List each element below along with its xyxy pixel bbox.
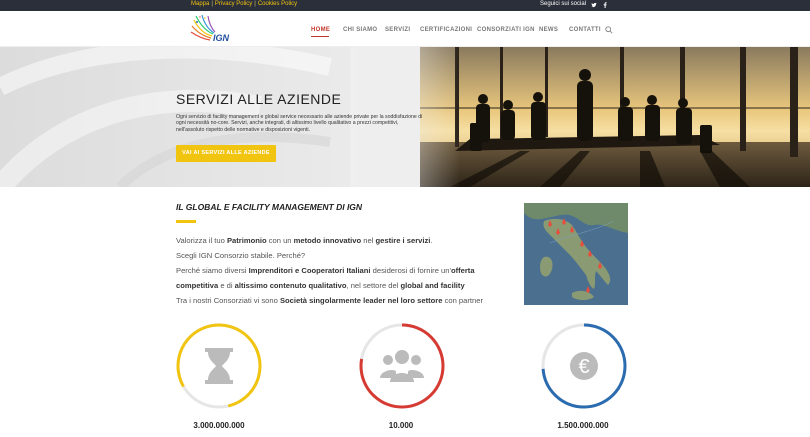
- social-label: Seguici sui social: [540, 1, 587, 7]
- svg-text:€: €: [578, 356, 589, 378]
- hero-title: SERVIZI ALLE AZIENDE: [176, 91, 342, 107]
- counter-hourglass: [176, 323, 262, 409]
- counter-euro: €: [541, 323, 627, 409]
- link-mappa[interactable]: Mappa: [191, 1, 209, 7]
- paragraph-line-1: Valorizza il tuo Patrimonio con un metod…: [176, 236, 433, 245]
- link-privacy-policy[interactable]: Privacy Policy: [215, 1, 252, 7]
- ign-logo[interactable]: IGN: [190, 14, 232, 45]
- logo-text: IGN: [213, 33, 230, 43]
- counter-users: [359, 323, 445, 409]
- paragraph-line-2: Scegli IGN Consorzio stabile. Perché?: [176, 251, 306, 260]
- paragraph-line-5: Tra i nostri Consorziati vi sono Società…: [176, 296, 483, 305]
- counter-value-3: 1.500.000.000: [557, 421, 609, 430]
- nav-active-indicator: [311, 36, 329, 37]
- facebook-icon[interactable]: [602, 2, 608, 8]
- hero-description: Ogni servizio di facility management e g…: [176, 114, 423, 133]
- counter-value-1: 3.000.000.000: [193, 421, 245, 430]
- top-links: Mappa | Privacy Policy | Cookies Policy: [191, 1, 297, 7]
- italy-map: [524, 203, 628, 305]
- nav-certificazioni[interactable]: CERTIFICAZIONI: [420, 27, 472, 33]
- search-icon[interactable]: [605, 26, 613, 34]
- section-title: IL GLOBAL E FACILITY MANAGEMENT DI IGN: [176, 202, 363, 212]
- euro-icon: €: [570, 352, 598, 380]
- nav-servizi[interactable]: SERVIZI: [385, 27, 410, 33]
- users-icon: [380, 350, 424, 382]
- section-title-underline: [176, 220, 196, 223]
- top-bar: Mappa | Privacy Policy | Cookies Policy Segu…: [0, 0, 810, 11]
- nav-consorziati-ign[interactable]: CONSORZIATI IGN: [477, 27, 535, 33]
- nav-contatti[interactable]: CONTATTI: [569, 27, 601, 33]
- hero-banner: SERVIZI ALLE AZIENDE Ogni servizio di fa…: [0, 47, 810, 187]
- header: IGN HOME CHI SIAMO SERVIZI CERTIFICAZION…: [0, 11, 810, 47]
- link-cookies-policy[interactable]: Cookies Policy: [258, 1, 297, 7]
- nav-news[interactable]: NEWS: [539, 27, 558, 33]
- nav-chi-siamo[interactable]: CHI SIAMO: [343, 27, 377, 33]
- twitter-icon[interactable]: [591, 2, 597, 8]
- hourglass-icon: [205, 348, 233, 384]
- hero-cta-button[interactable]: VAI AI SERVIZI ALLE AZIENDE: [176, 145, 276, 162]
- nav-home[interactable]: HOME: [311, 27, 330, 33]
- paragraph-line-4: competitiva e di altissimo contenuto qua…: [176, 281, 465, 290]
- paragraph-line-3: Perché siamo diversi Imprenditori e Coop…: [176, 266, 475, 275]
- counter-value-2: 10.000: [388, 421, 414, 430]
